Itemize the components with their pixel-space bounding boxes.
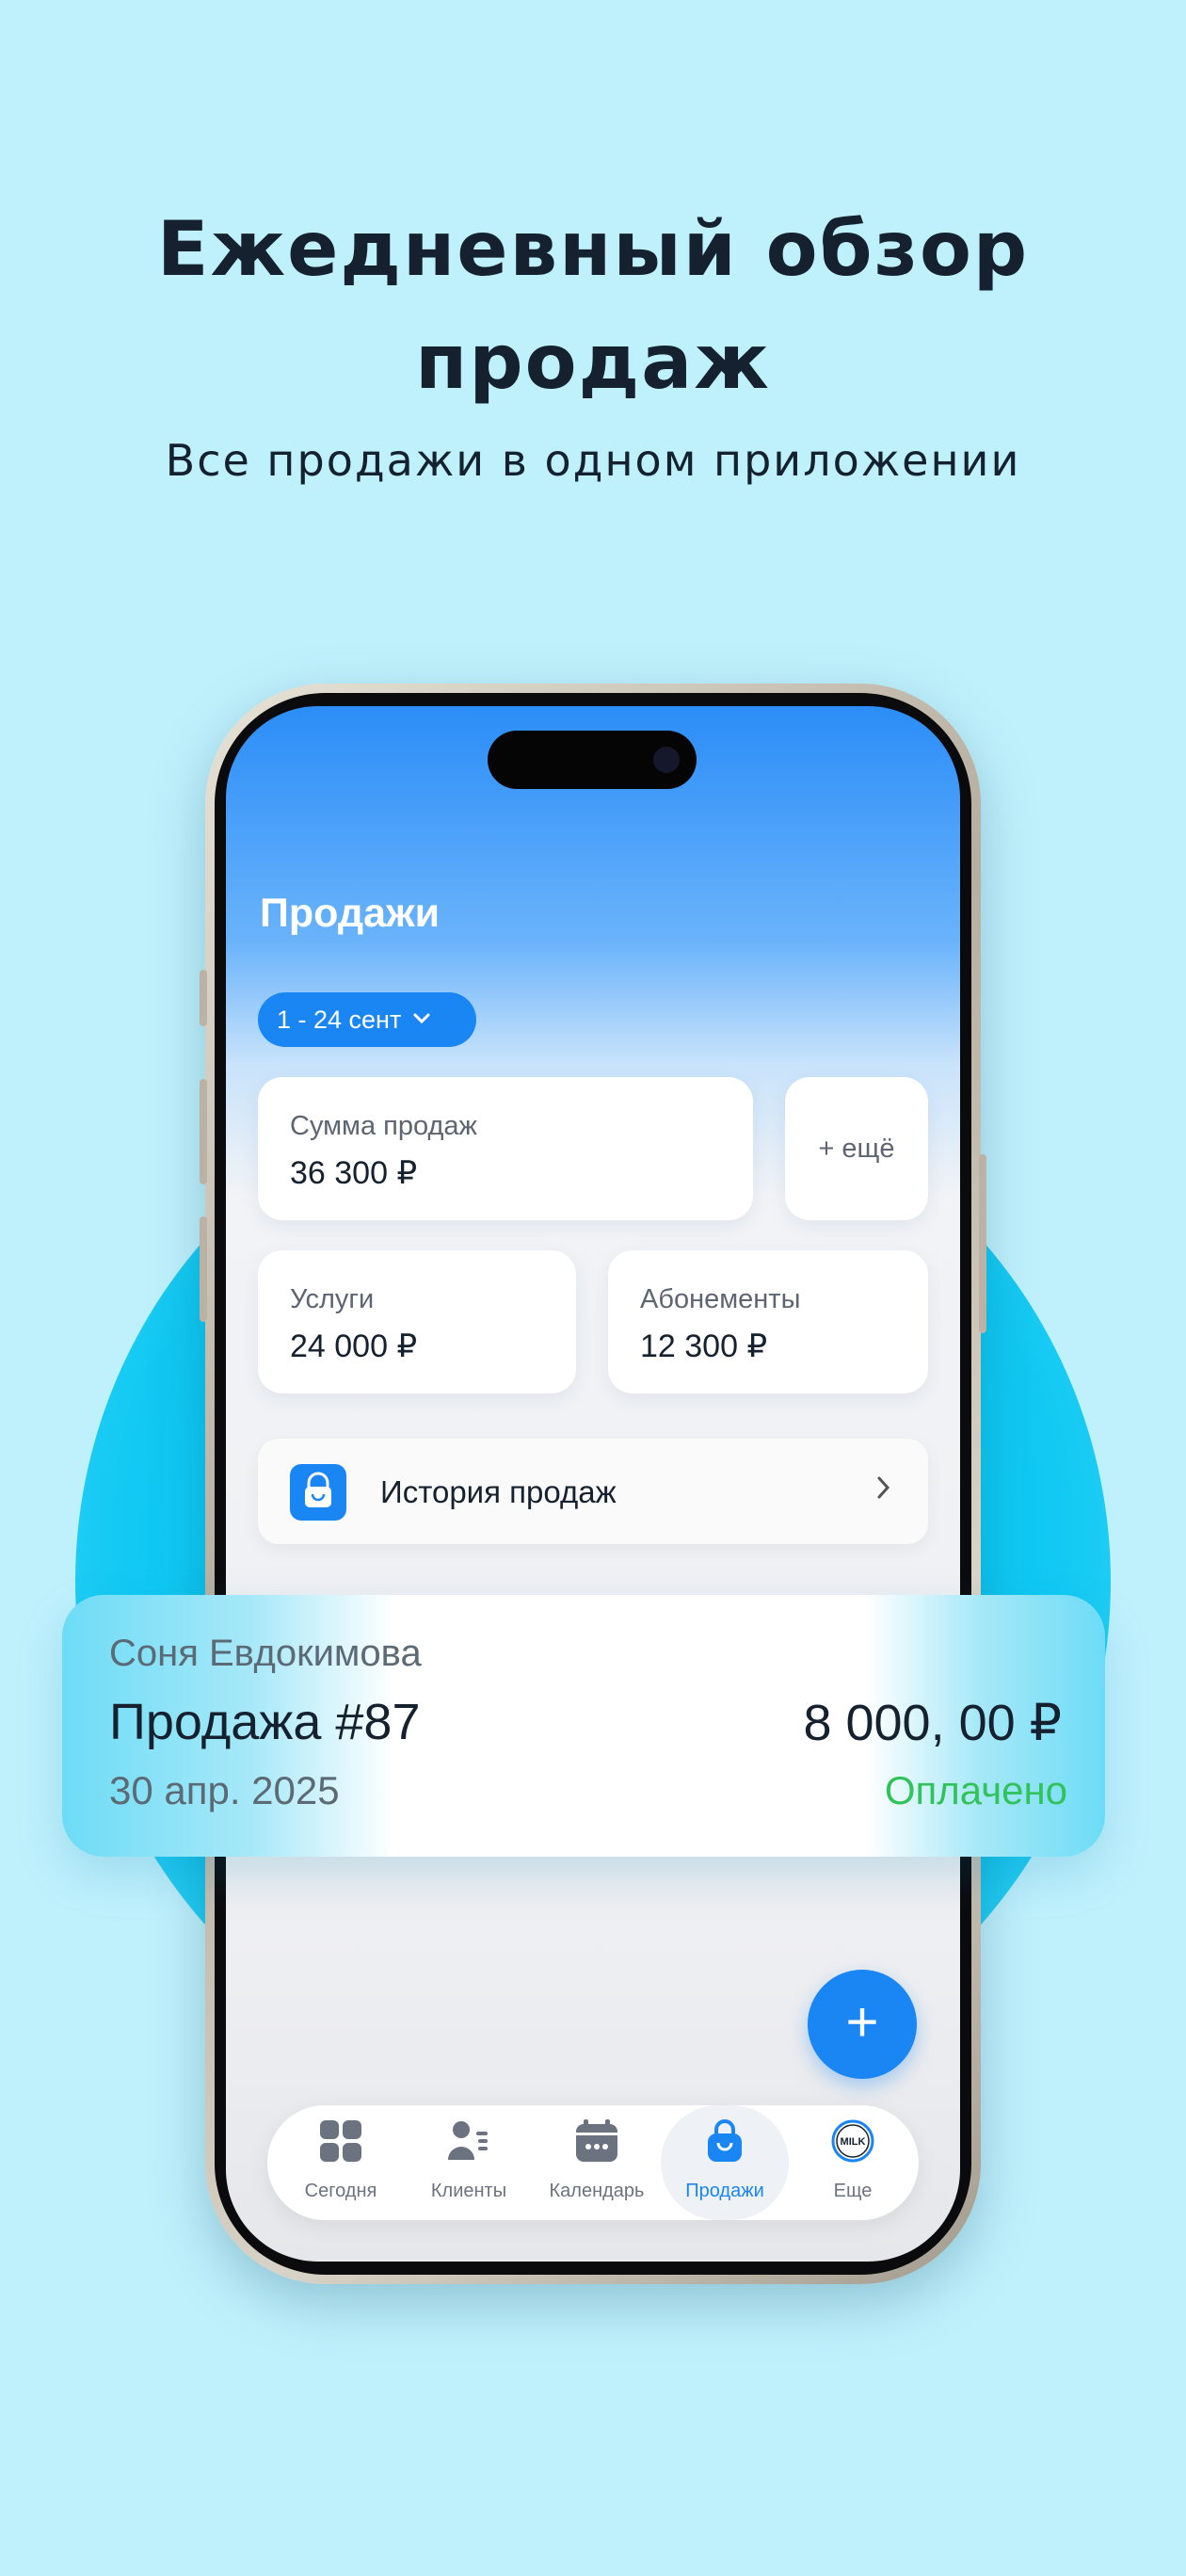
shopping-bag-icon: [708, 2119, 742, 2162]
subscriptions-card[interactable]: Абонементы 12 300 ₽: [608, 1250, 928, 1393]
services-card[interactable]: Услуги 24 000 ₽: [258, 1250, 576, 1393]
more-stats-label: + ещё: [818, 1133, 895, 1164]
volume-up-button: [200, 1079, 207, 1184]
page-title: Продажи: [260, 891, 441, 936]
sale-card[interactable]: Соня Евдокимова Продажа #87 30 апр. 2025…: [62, 1595, 1105, 1857]
sale-title: Продажа #87: [109, 1694, 421, 1750]
app-screen: Продажи 1 - 24 сент Сумма продаж 36 300 …: [226, 706, 960, 2262]
tab-calendar-label: Календарь: [549, 2181, 645, 2201]
action-button: [200, 970, 207, 1026]
sale-status-paid: Оплачено: [884, 1768, 1067, 1812]
tab-clients-label: Клиенты: [430, 2181, 507, 2201]
grid-icon: [320, 2120, 361, 2162]
headline-line-1: Ежедневный обзор: [156, 205, 1030, 293]
services-label: Услуги: [290, 1284, 375, 1314]
tab-clients[interactable]: Клиенты: [405, 2105, 533, 2220]
tab-sales-label: Продажи: [685, 2181, 764, 2201]
promo-headline: Ежедневный обзор продаж: [0, 193, 1186, 419]
subscriptions-label: Абонементы: [640, 1284, 801, 1314]
sale-amount: 8 000, 00 ₽: [803, 1695, 1062, 1751]
power-button: [979, 1154, 986, 1333]
promo-subheadline: Все продажи в одном приложении: [165, 435, 1021, 486]
sale-date: 30 апр. 2025: [109, 1768, 340, 1812]
headline-line-2: продаж: [415, 318, 771, 406]
shopping-bag-icon: [290, 1464, 346, 1521]
milk-logo-text: MILK: [841, 2136, 866, 2148]
tab-sales[interactable]: Продажи: [661, 2105, 789, 2220]
subscriptions-value: 12 300 ₽: [640, 1328, 768, 1364]
sales-history-label: История продаж: [380, 1474, 617, 1509]
tab-calendar[interactable]: Календарь: [533, 2105, 661, 2220]
total-sales-value: 36 300 ₽: [290, 1155, 418, 1191]
sales-history-row[interactable]: История продаж: [258, 1439, 928, 1544]
chevron-down-icon: [412, 1009, 431, 1031]
front-camera: [653, 747, 680, 773]
total-sales-card[interactable]: Сумма продаж 36 300 ₽: [258, 1077, 753, 1220]
date-filter-chip[interactable]: 1 - 24 сент: [258, 992, 476, 1047]
date-filter-label: 1 - 24 сент: [277, 1005, 402, 1034]
total-sales-label: Сумма продаж: [290, 1111, 477, 1141]
calendar-icon: [576, 2119, 617, 2162]
milk-logo-icon: MILK: [831, 2119, 874, 2163]
services-value: 24 000 ₽: [290, 1328, 418, 1364]
dynamic-island: [488, 731, 697, 789]
tab-today-label: Сегодня: [304, 2181, 377, 2201]
chevron-right-icon: [873, 1469, 894, 1515]
sale-client-name: Соня Евдокимова: [109, 1633, 422, 1674]
tab-more-label: Еще: [833, 2181, 873, 2201]
clients-icon: [448, 2121, 488, 2160]
tab-more[interactable]: MILK Еще: [789, 2105, 917, 2220]
bottom-tab-bar: Сегодня Клиенты Календарь Продажи MILK Е…: [267, 2105, 919, 2220]
tab-today[interactable]: Сегодня: [277, 2105, 405, 2220]
add-sale-button[interactable]: +: [808, 1970, 917, 2079]
volume-down-button: [200, 1216, 207, 1322]
more-stats-button[interactable]: + ещё: [785, 1077, 928, 1220]
